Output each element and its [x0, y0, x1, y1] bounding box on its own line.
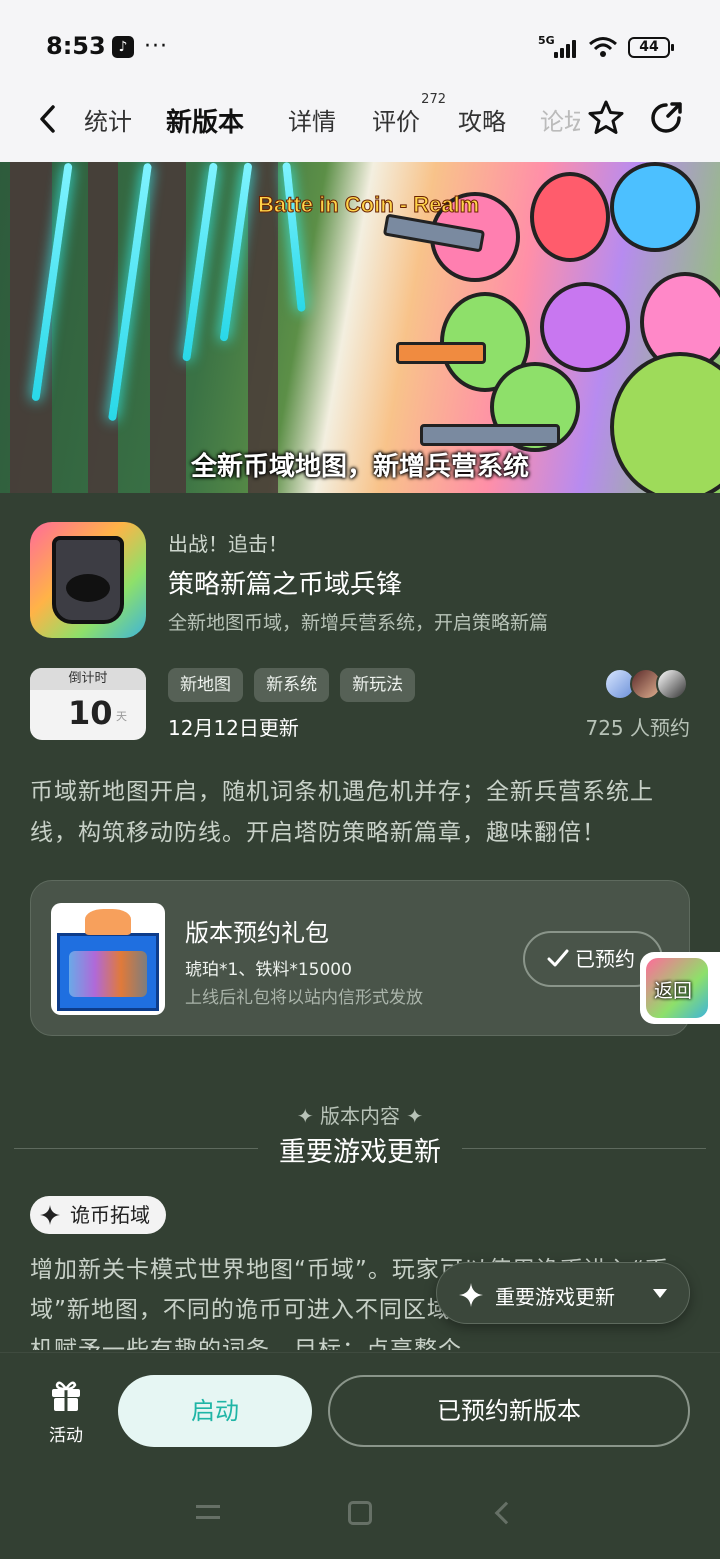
avatar: [656, 668, 688, 700]
gift-icon: [52, 1381, 80, 1411]
feature-chips: 新地图 新系统 新玩法: [168, 668, 421, 702]
back-arrow-icon[interactable]: [34, 104, 64, 134]
menu-icon[interactable]: [196, 1505, 220, 1519]
chip-new-gameplay: 新玩法: [340, 668, 416, 702]
review-count-badge: 272: [421, 92, 446, 107]
sparkle-icon: [40, 1205, 60, 1225]
favorite-star-icon[interactable]: [586, 98, 626, 138]
tab-details[interactable]: 详情: [288, 102, 336, 137]
wifi-icon: [589, 37, 617, 57]
countdown-label: 倒计时: [30, 668, 146, 690]
reservation-gift-card: 版本预约礼包 琥珀*1、铁料*15000 上线后礼包将以站内信形式发放 已预约: [30, 880, 690, 1036]
gift-note: 上线后礼包将以站内信形式发放: [185, 988, 423, 1008]
feature-pill: 诡币拓域: [30, 1196, 166, 1234]
share-icon[interactable]: [646, 98, 686, 138]
toy-gun: [396, 342, 486, 364]
home-icon[interactable]: [348, 1501, 372, 1525]
countdown-card: 倒计时 10 天: [30, 668, 146, 740]
return-label: 返回: [654, 980, 693, 1002]
section-jump-dropdown[interactable]: 重要游戏更新: [436, 1262, 690, 1324]
status-time: 8:53: [46, 32, 106, 60]
game-title: 策略新篇之币域兵锋: [168, 570, 403, 600]
bottom-action-bar: 活动 启动 已预约新版本: [0, 1352, 720, 1559]
section-jump-label: 重要游戏更新: [495, 1285, 615, 1309]
version-description: 币域新地图开启，随机词条机遇危机并存；全新兵营系统上线，构筑移动防线。开启塔防策…: [30, 779, 654, 846]
section-title: 重要游戏更新: [279, 1137, 441, 1168]
monster-blob: [540, 282, 630, 372]
battery-icon: 44: [628, 37, 674, 58]
activity-button[interactable]: 活动: [42, 1379, 90, 1446]
sparkle-icon: [459, 1283, 483, 1307]
tab-reviews[interactable]: 评价 272: [372, 92, 446, 137]
status-bar: 8:53 ♪ ··· 5G 44: [0, 0, 720, 92]
banner-logo-text: Batte in Coin - Realm: [257, 192, 480, 218]
update-date: 12月12日更新: [168, 716, 299, 740]
feature-pill-label: 诡币拓域: [70, 1203, 150, 1227]
gift-box-image: [51, 903, 165, 1015]
countdown-unit: 天: [116, 710, 127, 723]
reserved-button-label: 已预约: [575, 947, 635, 971]
banner-caption: 全新币域地图，新增兵营系统: [190, 452, 529, 482]
toy-gun: [420, 424, 560, 446]
network-type: 5G: [538, 34, 555, 47]
game-subtitle: 全新地图币域，新增兵营系统，开启策略新篇: [168, 612, 549, 634]
banner-tree: [150, 162, 186, 493]
section-subheading: ✦ 版本内容 ✦: [296, 1104, 424, 1128]
game-tagline: 出战！追击！: [168, 532, 288, 556]
tab-stats[interactable]: 统计: [84, 102, 132, 137]
tab-guides[interactable]: 攻略: [458, 102, 506, 137]
tab-bar: 统计 新版本 详情 评价 272 攻略 论坛: [0, 92, 720, 162]
monster-blob: [610, 162, 700, 252]
back-icon[interactable]: [494, 1501, 518, 1525]
reserve-count: 725 人预约: [585, 716, 690, 740]
gift-gems: [69, 951, 147, 997]
signal-icon: [554, 38, 580, 58]
countdown-value: 10: [68, 694, 113, 732]
chip-new-system: 新系统: [254, 668, 330, 702]
light-beam: [182, 162, 218, 362]
shadow-face: [66, 574, 110, 602]
chevron-down-icon: [653, 1289, 667, 1298]
monster-blob: [530, 172, 610, 262]
hero-banner[interactable]: Batte in Coin - Realm 全新币域地图，新增兵营系统: [0, 162, 720, 493]
tiktok-icon: ♪: [112, 36, 134, 58]
gift-bow: [85, 909, 131, 935]
activity-label: 活动: [49, 1426, 83, 1446]
banner-tree: [88, 162, 118, 493]
tab-new-version[interactable]: 新版本: [161, 102, 249, 147]
gift-title: 版本预约礼包: [185, 919, 329, 947]
chip-new-map: 新地图: [168, 668, 243, 702]
game-icon[interactable]: [30, 522, 146, 638]
launch-button[interactable]: 启动: [118, 1375, 312, 1447]
tab-forum[interactable]: 论坛: [540, 102, 580, 137]
check-icon: [547, 949, 569, 967]
system-nav-bar: [0, 1501, 720, 1531]
gift-items: 琥珀*1、铁料*15000: [185, 960, 352, 980]
light-beam: [282, 162, 306, 313]
floating-return-button[interactable]: 返回: [640, 952, 720, 1024]
reserved-new-version-button[interactable]: 已预约新版本: [328, 1375, 690, 1447]
tab-reviews-label: 评价: [372, 108, 420, 136]
reserver-avatars: [604, 668, 694, 702]
more-notifications-icon: ···: [144, 34, 168, 59]
